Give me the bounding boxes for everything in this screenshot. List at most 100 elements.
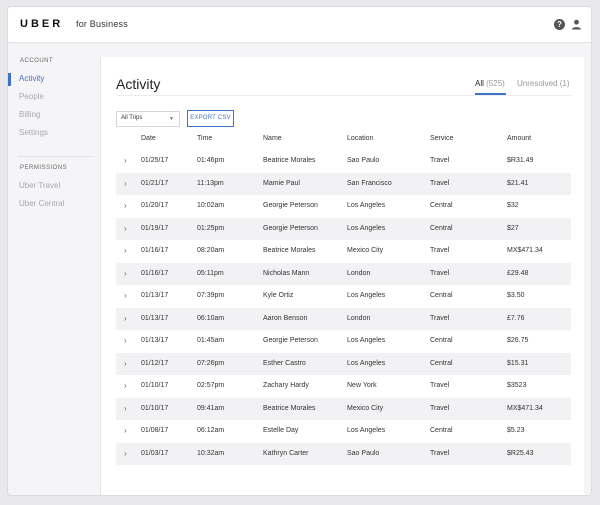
chevron-right-icon[interactable]: › (124, 156, 127, 165)
account-heading: ACCOUNT (20, 58, 54, 64)
sidebar-item-activity[interactable]: Activity (19, 74, 44, 83)
chevron-right-icon[interactable]: › (124, 404, 127, 413)
table-row[interactable]: › 01/10/17 09:41am Beatrice Morales Mexico C… (116, 397, 571, 420)
chevron-right-icon[interactable]: › (124, 179, 127, 188)
table-row[interactable]: › 01/20/17 10:02am Georgie Peterson Los Ange… (116, 195, 571, 218)
cell-location: Mexico City (347, 247, 384, 254)
cell-location: Sao Paulo (347, 449, 380, 457)
uber-logo[interactable]: UBER (20, 18, 63, 30)
cell-amount: $3523 (507, 382, 527, 389)
tab-all-count: (525) (486, 79, 505, 88)
cell-amount: MX$471.34 (507, 404, 543, 412)
sidebar-item-billing[interactable]: Billing (19, 110, 40, 119)
column-header-date[interactable]: Date (141, 135, 156, 142)
tab-all-label: All (475, 79, 484, 88)
cell-date: 01/12/17 (141, 359, 169, 367)
cell-amount: $32 (507, 202, 519, 209)
sidebar-item-uber-central[interactable]: Uber Central (19, 199, 64, 208)
table-row[interactable]: › 01/08/17 06:12am Estelle Day Los Angeles Ce… (116, 420, 571, 443)
chevron-right-icon[interactable]: › (124, 314, 127, 323)
table-row[interactable]: › 01/03/17 10:32am Kathryn Carter Sao Paulo T… (116, 442, 571, 465)
cell-time: 06:12am (197, 427, 225, 434)
cell-location: Los Angeles (347, 427, 386, 434)
table-row[interactable]: › 01/16/17 08:20am Beatrice Morales Mexico C… (116, 240, 571, 263)
table-row[interactable]: › 01/13/17 07:39pm Kyle Ortiz Los Angeles Cen… (116, 285, 571, 308)
chevron-right-icon[interactable]: › (124, 359, 127, 368)
cell-amount: $27 (507, 224, 519, 232)
column-header-name[interactable]: Name (263, 135, 282, 142)
cell-name: Georgie Peterson (263, 202, 318, 209)
chevron-right-icon[interactable]: › (124, 269, 127, 278)
cell-date: 01/21/17 (141, 179, 169, 187)
column-header-amount[interactable]: Amount (507, 135, 531, 142)
column-header-location[interactable]: Location (347, 135, 373, 142)
cell-name: Beatrice Morales (263, 247, 316, 254)
cell-name: Beatrice Morales (263, 157, 316, 164)
chevron-right-icon[interactable]: › (124, 449, 127, 458)
tab-unresolved[interactable]: Unresolved (1) (517, 79, 569, 88)
export-csv-button[interactable]: EXPORT CSV (187, 110, 234, 127)
table-row[interactable]: › 01/16/17 05:11pm Nicholas Mann London Trave… (116, 262, 571, 285)
trip-filter-select[interactable]: All Trips ▼ (116, 111, 180, 127)
table-row[interactable]: › 01/13/17 01:45am Georgie Peterson Los Ange… (116, 330, 571, 353)
sidebar-item-uber-travel[interactable]: Uber Travel (19, 181, 60, 190)
cell-amount: £29.48 (507, 269, 529, 277)
chevron-right-icon[interactable]: › (124, 224, 127, 233)
cell-location: Los Angeles (347, 224, 386, 232)
sidebar-item-people[interactable]: People (19, 92, 44, 101)
chevron-right-icon[interactable]: › (124, 336, 127, 345)
chevron-right-icon[interactable]: › (124, 426, 127, 435)
cell-amount: $R31.49 (507, 157, 534, 164)
sidebar-item-settings[interactable]: Settings (19, 128, 48, 137)
user-icon[interactable] (571, 19, 582, 30)
column-header-service[interactable]: Service (430, 135, 453, 142)
table-row[interactable]: › 01/19/17 01:25pm Georgie Peterson Los Ange… (116, 217, 571, 240)
active-indicator (8, 73, 11, 86)
table-row[interactable]: › 01/21/17 11:13pm Mamie Paul San Francisco T… (116, 172, 571, 195)
cell-service: Central (430, 359, 453, 367)
cell-date: 01/10/17 (141, 382, 169, 389)
cell-location: San Francisco (347, 179, 392, 187)
cell-name: Esther Castro (263, 359, 306, 367)
chevron-right-icon[interactable]: › (124, 201, 127, 210)
cell-time: 07:39pm (197, 292, 225, 299)
cell-time: 06:10am (197, 314, 225, 322)
cell-name: Estelle Day (263, 427, 299, 434)
chevron-right-icon[interactable]: › (124, 246, 127, 255)
cell-service: Central (430, 202, 453, 209)
column-header-time[interactable]: Time (197, 135, 212, 142)
cell-service: Travel (430, 247, 450, 254)
activity-panel: Activity All (525) Unresolved (1) All Tr… (100, 57, 584, 495)
cell-amount: £7.76 (507, 314, 525, 322)
cell-name: Aaron Benson (263, 314, 308, 322)
cell-time: 01:25pm (197, 224, 225, 232)
cell-date: 01/13/17 (141, 292, 169, 299)
table-header: Date Time Name Location Service Amount (116, 135, 571, 150)
cell-date: 01/13/17 (141, 337, 169, 344)
cell-location: Los Angeles (347, 292, 386, 299)
cell-service: Travel (430, 269, 450, 277)
logo-suffix: for Business (76, 19, 128, 29)
table-row[interactable]: › 01/25/17 01:46pm Beatrice Morales Sao Paul… (116, 150, 571, 173)
cell-location: Los Angeles (347, 359, 386, 367)
cell-amount: MX$471.34 (507, 247, 543, 254)
cell-time: 08:20am (197, 247, 225, 254)
table-row[interactable]: › 01/12/17 07:26pm Esther Castro Los Angeles… (116, 352, 571, 375)
cell-time: 01:46pm (197, 157, 225, 164)
sidebar: ACCOUNT Activity People Billing Settings… (8, 44, 100, 494)
cell-time: 07:26pm (197, 359, 225, 367)
cell-date: 01/25/17 (141, 157, 169, 164)
chevron-down-icon: ▼ (169, 116, 174, 122)
cell-name: Kathryn Carter (263, 449, 309, 457)
cell-date: 01/10/17 (141, 404, 169, 412)
tab-all[interactable]: All (525) (475, 79, 505, 88)
cell-amount: $15.31 (507, 359, 529, 367)
table-row[interactable]: › 01/10/17 02:57pm Zachary Hardy New York Tra… (116, 375, 571, 398)
cell-amount: $3.50 (507, 292, 525, 299)
cell-name: Georgie Peterson (263, 224, 318, 232)
table-row[interactable]: › 01/13/17 06:10am Aaron Benson London Travel… (116, 307, 571, 330)
cell-location: London (347, 314, 371, 322)
chevron-right-icon[interactable]: › (124, 381, 127, 390)
chevron-right-icon[interactable]: › (124, 291, 127, 300)
help-icon[interactable]: ? (554, 19, 565, 30)
